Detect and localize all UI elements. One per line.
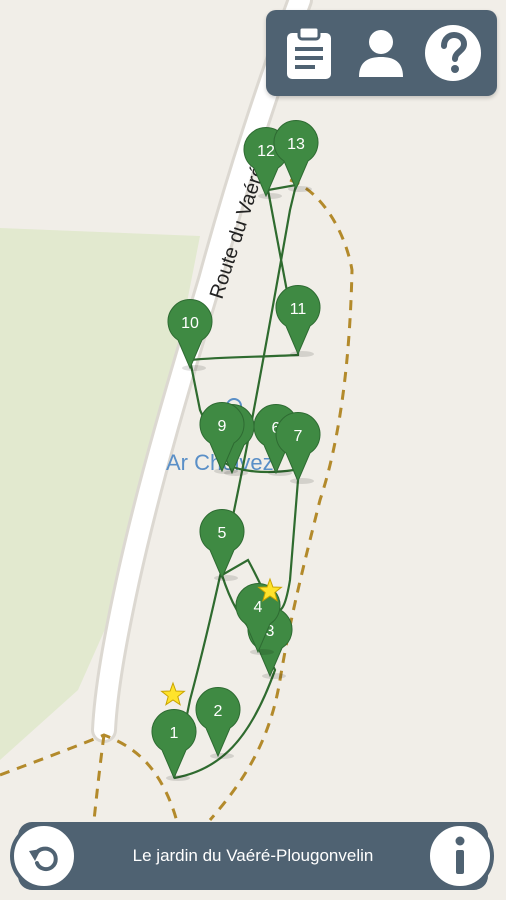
map-marker-label: 13 — [287, 136, 305, 153]
map-marker-label: 10 — [181, 315, 199, 332]
map-marker-label: 12 — [257, 143, 275, 160]
map-marker-label: 11 — [290, 301, 307, 318]
map-marker-1[interactable]: 1 — [151, 709, 197, 781]
map-marker-label: 1 — [170, 725, 179, 742]
map-marker-13[interactable]: 13 — [273, 120, 319, 192]
map-marker-5[interactable]: 5 — [199, 509, 245, 581]
route-title: Le jardin du Vaéré-Plougonvelin — [132, 846, 374, 865]
user-icon[interactable] — [350, 23, 412, 83]
map-marker-11[interactable]: 11 — [275, 285, 321, 357]
map-view[interactable]: Route du Vaéré Ar Cholvez 12345678910111… — [0, 0, 506, 900]
undo-icon[interactable] — [10, 822, 78, 890]
clipboard-icon[interactable] — [278, 23, 340, 83]
map-marker-2[interactable]: 2 — [195, 687, 241, 759]
map-marker-label: 9 — [218, 418, 227, 435]
map-marker-label: 5 — [218, 525, 227, 542]
map-marker-label: 4 — [254, 599, 263, 616]
top-toolbar — [266, 10, 497, 96]
map-marker-label: 7 — [294, 428, 303, 445]
star-icon[interactable] — [160, 681, 186, 706]
help-icon[interactable] — [422, 23, 484, 83]
map-marker-label: 2 — [214, 703, 223, 720]
info-icon[interactable] — [426, 822, 494, 890]
